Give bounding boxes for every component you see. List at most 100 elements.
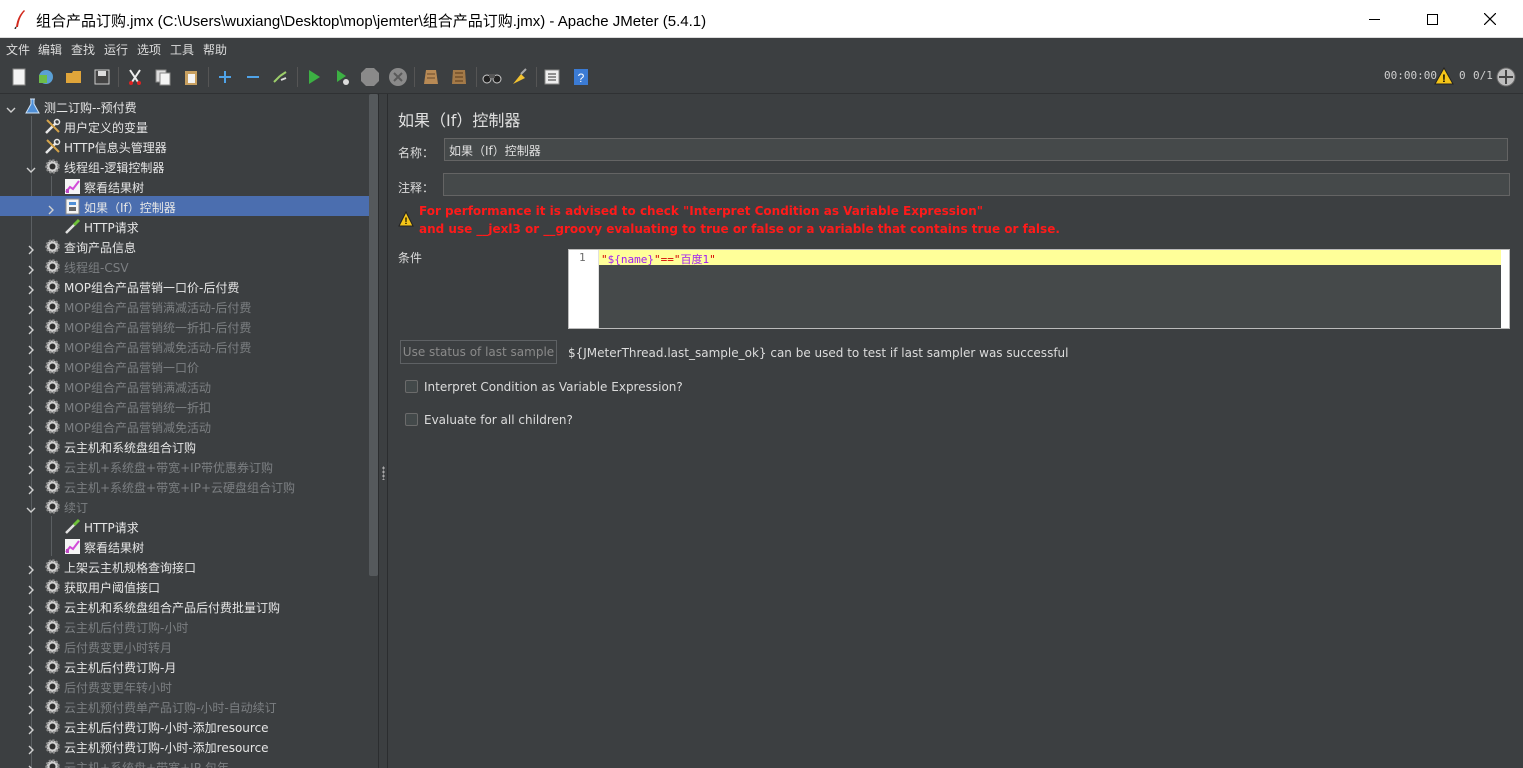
chevron-right-icon[interactable] — [26, 280, 36, 295]
chevron-down-icon[interactable] — [26, 160, 36, 173]
clear-all-button[interactable] — [448, 66, 470, 88]
tree-node[interactable]: 查询产品信息 — [0, 236, 370, 256]
tree-node[interactable]: 云主机和系统盘组合产品后付费批量订购 — [0, 596, 370, 616]
tree-node[interactable]: MOP组合产品营销一口价-后付费 — [0, 276, 370, 296]
chevron-right-icon[interactable] — [26, 420, 36, 435]
tree-node[interactable]: MOP组合产品营销满减活动-后付费 — [0, 296, 370, 316]
chevron-right-icon[interactable] — [26, 440, 36, 455]
chevron-right-icon[interactable] — [26, 560, 36, 575]
tree-node[interactable]: MOP组合产品营销一口价 — [0, 356, 370, 376]
copy-button[interactable] — [152, 66, 174, 88]
chevron-right-icon[interactable] — [26, 400, 36, 415]
tree-node[interactable]: 线程组-CSV — [0, 256, 370, 276]
tree-node[interactable]: 云主机+系统盘+带宽+IP带优惠券订购 — [0, 456, 370, 476]
tree-node[interactable]: 察看结果树 — [0, 536, 370, 556]
test-plan-tree[interactable]: 测二订购--预付费 用户定义的变量 HTTP信息头管理器 线程组-逻辑控制器 察看结果树… — [0, 94, 370, 768]
shutdown-button[interactable] — [387, 66, 409, 88]
reset-search-button[interactable] — [509, 66, 531, 88]
interpret-condition-checkbox[interactable] — [405, 380, 418, 393]
new-button[interactable] — [8, 66, 30, 88]
tree-node[interactable]: 云主机后付费订购-月 — [0, 656, 370, 676]
chevron-right-icon[interactable] — [26, 640, 36, 655]
chevron-right-icon[interactable] — [26, 300, 36, 315]
editor-body[interactable] — [599, 265, 1501, 328]
function-helper-button[interactable] — [541, 66, 563, 88]
open-button[interactable] — [63, 66, 85, 88]
chevron-right-icon[interactable] — [26, 460, 36, 475]
tree-node[interactable]: MOP组合产品营销减免活动-后付费 — [0, 336, 370, 356]
tree-node[interactable]: 线程组-逻辑控制器 — [0, 156, 370, 176]
chevron-right-icon[interactable] — [46, 200, 56, 215]
chevron-down-icon[interactable] — [26, 500, 36, 513]
minimize-button[interactable] — [1345, 0, 1403, 38]
chevron-down-icon[interactable] — [6, 100, 16, 113]
chevron-right-icon[interactable] — [26, 240, 36, 255]
toggle-button[interactable] — [269, 66, 291, 88]
menu-tools[interactable]: 工具 — [170, 41, 194, 58]
split-pane-divider[interactable] — [378, 94, 388, 768]
tree-scrollbar[interactable] — [369, 94, 378, 576]
menu-help[interactable]: 帮助 — [203, 41, 227, 58]
save-button[interactable] — [91, 66, 113, 88]
name-field[interactable]: 如果（If）控制器 — [444, 138, 1508, 161]
help-button[interactable]: ? — [570, 66, 592, 88]
tree-node[interactable]: 云主机+系统盘+带宽+IP-包年 — [0, 756, 370, 768]
paste-button[interactable] — [180, 66, 202, 88]
chevron-right-icon[interactable] — [26, 580, 36, 595]
comment-field[interactable] — [443, 173, 1510, 196]
tree-node[interactable]: 云主机预付费单产品订购-小时-自动续订 — [0, 696, 370, 716]
tree-node[interactable]: 上架云主机规格查询接口 — [0, 556, 370, 576]
collapse-button[interactable] — [242, 66, 264, 88]
chevron-right-icon[interactable] — [26, 600, 36, 615]
use-status-last-sample-button[interactable]: Use status of last sample — [400, 340, 557, 364]
tree-node[interactable]: MOP组合产品营销满减活动 — [0, 376, 370, 396]
tree-node[interactable]: 测二订购--预付费 — [0, 96, 370, 116]
tree-node[interactable]: 云主机和系统盘组合订购 — [0, 436, 370, 456]
tree-node[interactable]: 察看结果树 — [0, 176, 370, 196]
tree-node[interactable]: MOP组合产品营销减免活动 — [0, 416, 370, 436]
tree-node[interactable]: HTTP信息头管理器 — [0, 136, 370, 156]
tree-node[interactable]: 续订 — [0, 496, 370, 516]
tree-node[interactable]: 获取用户阈值接口 — [0, 576, 370, 596]
start-button[interactable] — [303, 66, 325, 88]
evaluate-all-children-checkbox[interactable] — [405, 413, 418, 426]
maximize-button[interactable] — [1403, 0, 1461, 38]
tree-node[interactable]: 云主机后付费订购-小时 — [0, 616, 370, 636]
chevron-right-icon[interactable] — [26, 700, 36, 715]
chevron-right-icon[interactable] — [26, 660, 36, 675]
tree-node[interactable]: 云主机+系统盘+带宽+IP+云硬盘组合订购 — [0, 476, 370, 496]
search-button[interactable] — [481, 66, 503, 88]
stop-button[interactable] — [359, 66, 381, 88]
expand-button[interactable] — [214, 66, 236, 88]
tree-node[interactable]: MOP组合产品营销统一折扣 — [0, 396, 370, 416]
chevron-right-icon[interactable] — [26, 620, 36, 635]
chevron-right-icon[interactable] — [26, 340, 36, 355]
close-button[interactable] — [1461, 0, 1519, 38]
start-no-pause-button[interactable] — [331, 66, 353, 88]
tree-node[interactable]: 后付费变更小时转月 — [0, 636, 370, 656]
clear-button[interactable] — [420, 66, 442, 88]
tree-node[interactable]: 云主机后付费订购-小时-添加resource — [0, 716, 370, 736]
tree-node[interactable]: 云主机预付费订购-小时-添加resource — [0, 736, 370, 756]
chevron-right-icon[interactable] — [26, 720, 36, 735]
remote-engines-icon[interactable] — [1496, 67, 1516, 87]
chevron-right-icon[interactable] — [26, 320, 36, 335]
menu-edit[interactable]: 编辑 — [38, 41, 62, 58]
chevron-right-icon[interactable] — [26, 480, 36, 495]
tree-node[interactable]: 用户定义的变量 — [0, 116, 370, 136]
chevron-right-icon[interactable] — [26, 360, 36, 375]
editor-current-line[interactable]: "${name}"=="百度1" — [599, 250, 1501, 266]
tree-node[interactable]: 如果（If）控制器 — [0, 196, 370, 216]
tree-node[interactable]: HTTP请求 — [0, 216, 370, 236]
menu-options[interactable]: 选项 — [137, 41, 161, 58]
tree-node[interactable]: HTTP请求 — [0, 516, 370, 536]
cut-button[interactable] — [124, 66, 146, 88]
tree-node[interactable]: 后付费变更年转小时 — [0, 676, 370, 696]
chevron-right-icon[interactable] — [26, 760, 36, 768]
condition-editor[interactable]: 1 "${name}"=="百度1" — [568, 249, 1510, 329]
editor-scrollbar[interactable] — [1501, 250, 1509, 328]
chevron-right-icon[interactable] — [26, 740, 36, 755]
chevron-right-icon[interactable] — [26, 380, 36, 395]
warning-icon[interactable]: ! — [1434, 67, 1454, 85]
menu-search[interactable]: 查找 — [71, 41, 95, 58]
